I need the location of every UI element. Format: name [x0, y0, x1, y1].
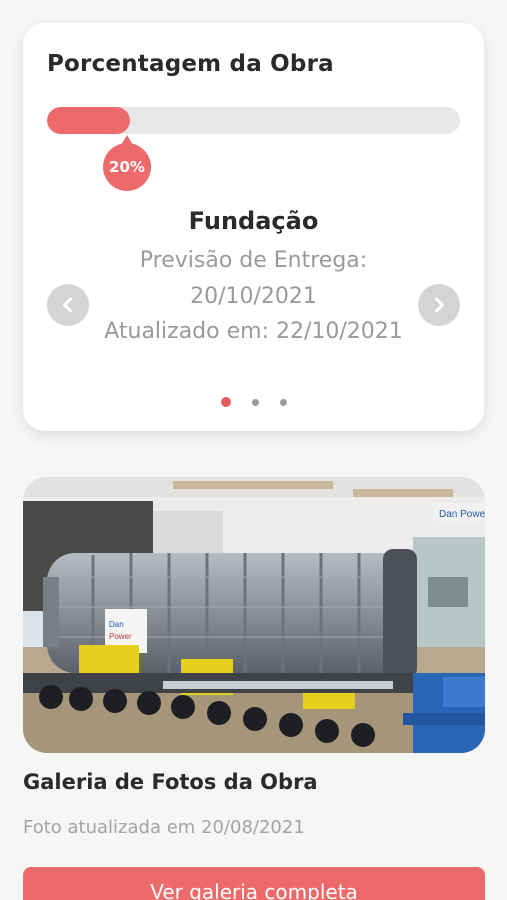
delivery-label: Previsão de Entrega: [139, 248, 368, 273]
progress-card: Porcentagem da Obra 20% Fundação Previsã… [23, 23, 484, 431]
stage-name: Fundação [188, 207, 319, 235]
carousel-dot[interactable] [279, 398, 287, 406]
view-gallery-button[interactable]: Ver galeria completa [23, 867, 485, 900]
carousel-dot[interactable] [220, 397, 231, 407]
progress-bar-fill [47, 107, 130, 134]
percent-badge: 20% [103, 135, 151, 191]
progress-bar [47, 107, 460, 134]
gallery-updated-date: Foto atualizada em 20/08/2021 [23, 817, 305, 838]
gallery-title: Galeria de Fotos da Obra [23, 770, 318, 794]
delivery-date: 20/10/2021 [190, 284, 317, 309]
svg-text:Dan Power: Dan Power [439, 509, 485, 520]
svg-text:Power: Power [109, 632, 132, 641]
card-title: Porcentagem da Obra [47, 51, 334, 77]
previous-slide-button[interactable] [47, 284, 89, 326]
chevron-left-icon [63, 297, 72, 313]
svg-text:Dan: Dan [109, 620, 124, 629]
screen: Porcentagem da Obra 20% Fundação Previsã… [0, 0, 507, 900]
chevron-right-icon [435, 297, 444, 313]
updated-text: Atualizado em: 22/10/2021 [104, 319, 403, 344]
next-slide-button[interactable] [418, 284, 460, 326]
construction-photo[interactable]: Dan Power Dan Power [23, 477, 485, 753]
carousel-dot[interactable] [251, 398, 259, 406]
construction-photo-image: Dan Power Dan Power [23, 477, 485, 753]
carousel-dots [23, 397, 484, 407]
